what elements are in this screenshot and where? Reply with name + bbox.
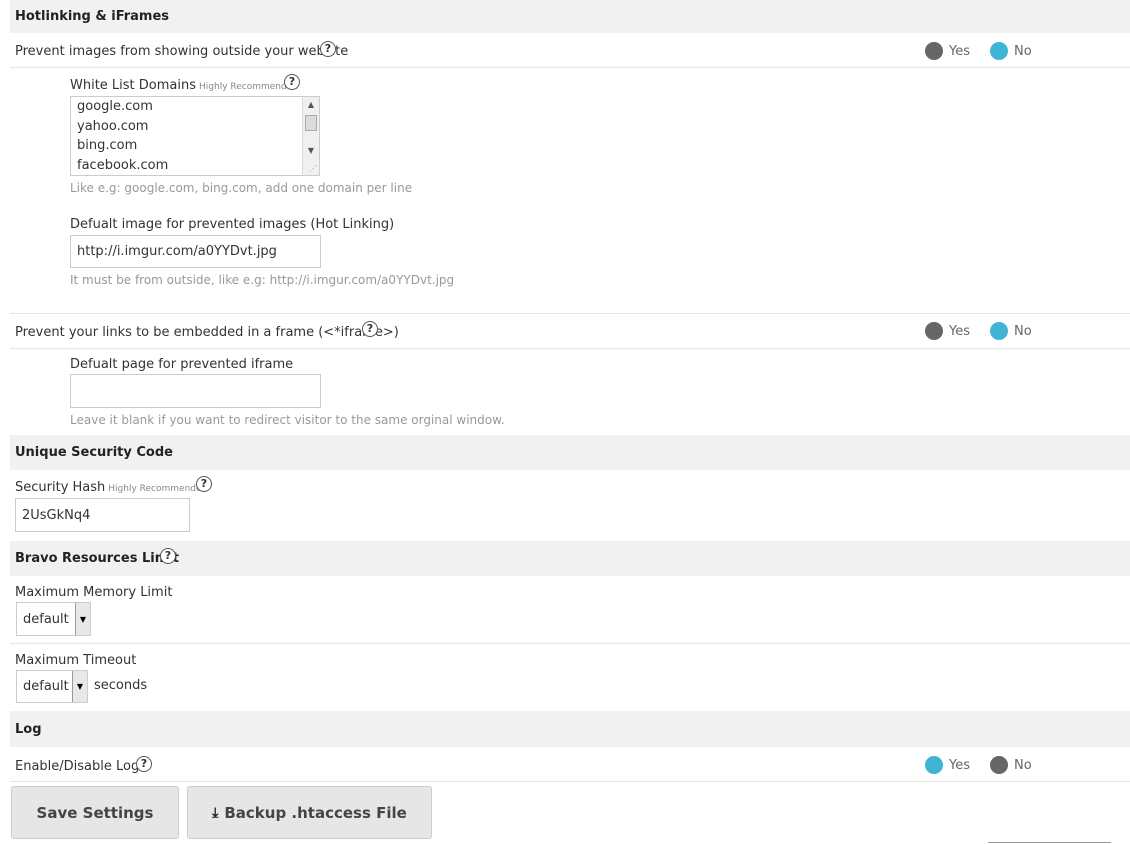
divider — [10, 67, 1130, 68]
default-image-label: Defualt image for prevented images (Hot … — [70, 217, 395, 232]
prevent-images-label: Prevent images from showing outside your… — [15, 44, 349, 59]
security-hash-input[interactable]: 2UsGkNq4 — [15, 498, 190, 532]
whitelist-domain-line: facebook.com — [77, 157, 169, 173]
save-settings-button[interactable]: Save Settings — [11, 786, 179, 839]
divider — [10, 313, 1130, 314]
whitelist-domain-line: bing.com — [77, 138, 138, 153]
highly-recommended-badge: Highly Recommended — [199, 82, 298, 92]
scroll-down-icon[interactable]: ▼ — [303, 143, 319, 159]
divider — [988, 842, 1111, 843]
log-radio-group: Yes No — [925, 756, 1052, 774]
timeout-select[interactable]: default ▼ — [16, 670, 88, 703]
scroll-up-icon[interactable]: ▲ — [303, 97, 319, 113]
default-image-hint: It must be from outside, like e.g: http:… — [70, 273, 455, 287]
whitelist-domain-line: google.com — [77, 99, 153, 114]
whitelist-hint: Like e.g: google.com, bing.com, add one … — [70, 181, 413, 195]
radio-label: Yes — [949, 757, 970, 773]
prevent-iframe-label: Prevent your links to be embedded in a f… — [15, 325, 399, 340]
radio-dot-icon — [925, 42, 943, 60]
scroll-thumb[interactable] — [305, 115, 317, 131]
section-title: Unique Security Code — [15, 445, 173, 460]
security-hash-value: 2UsGkNq4 — [22, 507, 91, 523]
log-no-radio[interactable]: No — [990, 756, 1032, 774]
memory-limit-value: default — [23, 611, 69, 627]
prevent-iframe-radio-group: Yes No — [925, 322, 1052, 340]
prevent-images-radio-group: Yes No — [925, 42, 1052, 60]
radio-dot-icon — [925, 322, 943, 340]
download-icon: ⤓ — [212, 804, 219, 821]
divider — [10, 348, 1130, 349]
section-header-log: Log — [10, 711, 1130, 747]
whitelist-domains-textarea[interactable]: google.com yahoo.com bing.com facebook.c… — [70, 96, 320, 176]
section-title: Bravo Resources Limit — [15, 551, 179, 566]
enable-log-label: Enable/Disable Log — [15, 759, 140, 774]
divider — [10, 781, 1130, 782]
radio-label: No — [1014, 757, 1032, 773]
chevron-down-icon: ▼ — [72, 671, 87, 702]
section-header-security: Unique Security Code — [10, 435, 1130, 470]
question-circle-icon[interactable]: ? — [136, 756, 152, 772]
default-page-input[interactable] — [70, 374, 321, 408]
question-circle-icon[interactable]: ? — [196, 476, 212, 492]
question-circle-icon[interactable]: ? — [320, 41, 336, 57]
timeout-unit: seconds — [94, 678, 148, 693]
radio-label: Yes — [949, 323, 970, 339]
section-title: Hotlinking & iFrames — [15, 9, 170, 24]
section-header-resources: Bravo Resources Limit ? — [10, 541, 1130, 576]
prevent-iframe-no-radio[interactable]: No — [990, 322, 1032, 340]
whitelist-domain-line: yahoo.com — [77, 118, 149, 134]
radio-dot-icon — [925, 756, 943, 774]
backup-htaccess-label: Backup .htaccess File — [224, 803, 407, 822]
section-header-hotlinking: Hotlinking & iFrames — [10, 0, 1130, 33]
default-image-input[interactable]: http://i.imgur.com/a0YYDvt.jpg — [70, 235, 321, 268]
textarea-scrollbar[interactable]: ▲ ▼ ⋰ — [302, 97, 319, 175]
section-title: Log — [15, 722, 42, 737]
save-settings-label: Save Settings — [36, 803, 154, 822]
prevent-images-yes-radio[interactable]: Yes — [925, 42, 970, 60]
divider — [10, 643, 1130, 644]
timeout-label: Maximum Timeout — [15, 653, 137, 668]
radio-dot-icon — [990, 756, 1008, 774]
chevron-down-icon: ▼ — [75, 603, 90, 635]
memory-limit-select[interactable]: default ▼ — [16, 602, 91, 636]
security-hash-label: Security Hash Highly Recommended — [15, 480, 207, 495]
resize-grip-icon[interactable]: ⋰ — [309, 164, 317, 173]
default-page-label: Defualt page for prevented iframe — [70, 357, 294, 372]
question-circle-icon[interactable]: ? — [362, 321, 378, 337]
question-circle-icon[interactable]: ? — [160, 548, 176, 564]
memory-limit-label: Maximum Memory Limit — [15, 585, 173, 600]
default-image-value: http://i.imgur.com/a0YYDvt.jpg — [77, 244, 277, 259]
prevent-iframe-yes-radio[interactable]: Yes — [925, 322, 970, 340]
question-circle-icon[interactable]: ? — [284, 74, 300, 90]
timeout-value: default — [23, 679, 69, 694]
radio-label: Yes — [949, 43, 970, 59]
backup-htaccess-button[interactable]: ⤓ Backup .htaccess File — [187, 786, 432, 839]
security-hash-label-text: Security Hash — [15, 480, 106, 495]
radio-dot-icon — [990, 42, 1008, 60]
prevent-images-no-radio[interactable]: No — [990, 42, 1032, 60]
radio-dot-icon — [990, 322, 1008, 340]
whitelist-label: White List Domains Highly Recommended — [70, 78, 298, 93]
log-yes-radio[interactable]: Yes — [925, 756, 970, 774]
whitelist-label-text: White List Domains — [70, 78, 197, 93]
radio-label: No — [1014, 323, 1032, 339]
radio-label: No — [1014, 43, 1032, 59]
highly-recommended-badge: Highly Recommended — [108, 484, 208, 494]
default-page-hint: Leave it blank if you want to redirect v… — [70, 413, 505, 427]
